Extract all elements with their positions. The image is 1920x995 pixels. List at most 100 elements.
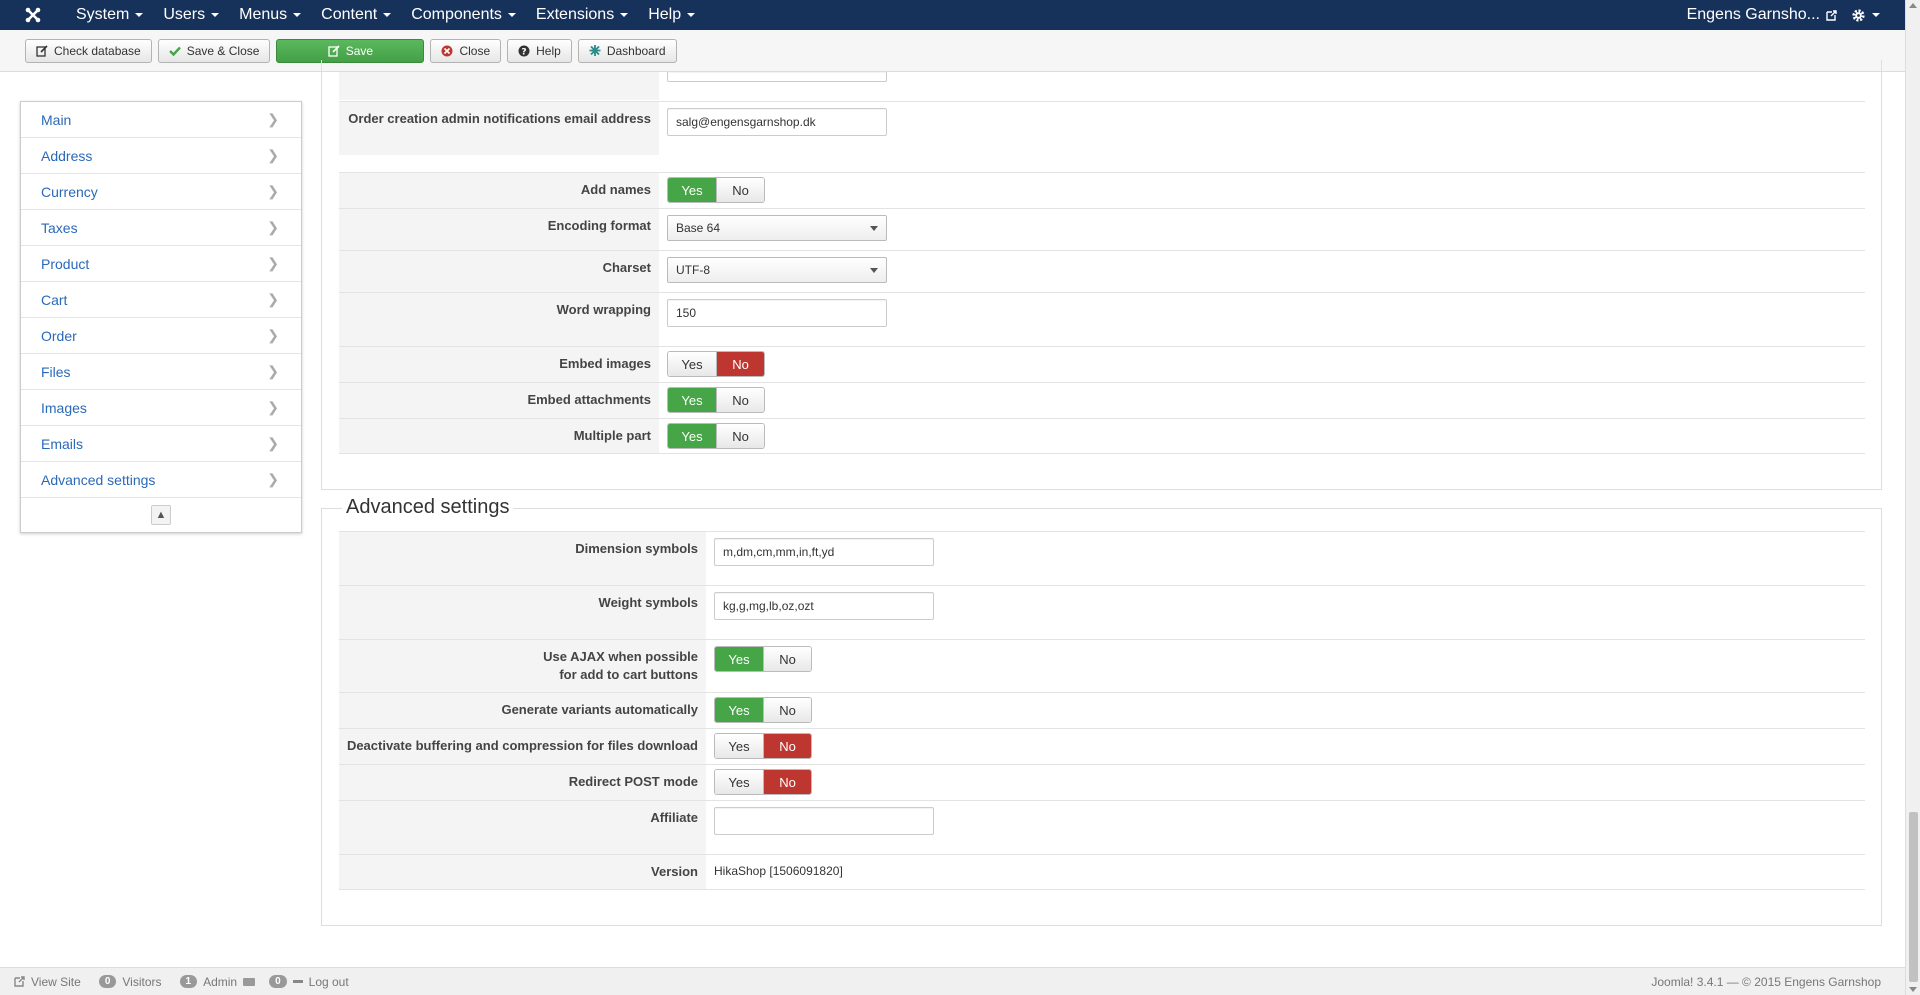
encoding-select[interactable]: Base 64 — [667, 215, 887, 241]
use-ajax-toggle: Yes No — [714, 646, 812, 672]
row-multiple-part: Multiple part Yes No — [339, 418, 1865, 454]
check-database-button[interactable]: Check database — [25, 38, 152, 63]
weight-symbols-input[interactable]: kg,g,mg,lb,oz,ozt — [714, 592, 934, 620]
cutoff-input[interactable] — [667, 72, 887, 82]
charset-select[interactable]: UTF-8 — [667, 257, 887, 283]
question-icon: ? — [518, 45, 530, 57]
joomla-logo-icon[interactable] — [0, 0, 66, 30]
status-footer: View Site 0 Visitors 1 Admin 0 Log out J… — [0, 967, 1905, 995]
add-names-toggle: Yes No — [667, 177, 765, 203]
sidebar-item-currency[interactable]: Currency ❯ — [21, 174, 301, 210]
sidebar-item-taxes[interactable]: Taxes ❯ — [21, 210, 301, 246]
logout-link[interactable]: Log out — [309, 975, 349, 989]
save-button[interactable]: Save — [276, 38, 425, 63]
sidebar-item-files[interactable]: Files ❯ — [21, 354, 301, 390]
row-charset: Charset UTF-8 — [339, 250, 1865, 292]
word-wrapping-input[interactable]: 150 — [667, 299, 887, 327]
use-ajax-no[interactable]: No — [763, 647, 811, 671]
chevron-right-icon: ❯ — [267, 147, 279, 163]
row-order-admin-email: Order creation admin notifications email… — [339, 101, 1865, 155]
redirect-post-yes[interactable]: Yes — [715, 770, 763, 794]
admin-count-badge: 1 — [179, 975, 198, 988]
embed-attachments-no[interactable]: No — [716, 388, 764, 412]
envelope-icon — [243, 977, 256, 986]
row-embed-images: Embed images Yes No — [339, 346, 1865, 382]
scroll-top-button[interactable]: ▲ — [151, 505, 171, 525]
help-button[interactable]: ? Help — [507, 38, 572, 63]
external-link-icon — [14, 976, 25, 987]
edit-icon — [36, 44, 48, 57]
chevron-right-icon: ❯ — [267, 471, 279, 487]
sidebar-item-emails[interactable]: Emails ❯ — [21, 426, 301, 462]
embed-images-yes[interactable]: Yes — [668, 352, 716, 376]
row-weight-symbols: Weight symbols kg,g,mg,lb,oz,ozt — [339, 585, 1865, 639]
sidebar-item-cart[interactable]: Cart ❯ — [21, 282, 301, 318]
row-affiliate: Affiliate — [339, 800, 1865, 854]
generate-variants-yes[interactable]: Yes — [715, 698, 763, 722]
close-button[interactable]: Close — [430, 38, 502, 63]
advanced-settings-legend: Advanced settings — [342, 496, 514, 519]
version-value: HikaShop [1506091820] — [714, 864, 843, 878]
caret-down-icon — [211, 13, 220, 17]
dimension-symbols-input[interactable]: m,dm,cm,mm,in,ft,yd — [714, 538, 934, 566]
generate-variants-toggle: Yes No — [714, 697, 812, 723]
deactivate-buffering-yes[interactable]: Yes — [715, 734, 763, 758]
chevron-right-icon: ❯ — [267, 111, 279, 127]
top-navbar: System Users Menus Content Components Ex… — [0, 0, 1920, 30]
row-dimension-symbols: Dimension symbols m,dm,cm,mm,in,ft,yd — [339, 531, 1865, 585]
config-sidebar: Main ❯ Address ❯ Currency ❯ Taxes ❯ Product ❯… — [20, 101, 302, 533]
save-close-button[interactable]: Save & Close — [157, 38, 271, 63]
messages-count-badge: 0 — [269, 975, 287, 988]
sidebar-item-main[interactable]: Main ❯ — [21, 102, 301, 138]
chevron-right-icon: ❯ — [267, 219, 279, 235]
view-site-link[interactable]: View Site — [31, 975, 81, 989]
chevron-right-icon: ❯ — [267, 399, 279, 415]
menu-components[interactable]: Components — [401, 0, 526, 30]
generate-variants-no[interactable]: No — [763, 698, 811, 722]
menu-content[interactable]: Content — [311, 0, 401, 30]
use-ajax-yes[interactable]: Yes — [715, 647, 763, 671]
menu-extensions[interactable]: Extensions — [526, 0, 638, 30]
sidebar-item-images[interactable]: Images ❯ — [21, 390, 301, 426]
chevron-right-icon: ❯ — [267, 363, 279, 379]
dropdown-arrow-icon — [870, 225, 878, 231]
site-link[interactable]: Engens Garnsho... — [1687, 6, 1837, 24]
row-word-wrapping: Word wrapping 150 — [339, 292, 1865, 346]
order-admin-email-input[interactable]: salg@engensgarnshop.dk — [667, 108, 887, 136]
scroll-down-arrow-icon[interactable] — [1909, 987, 1917, 992]
redirect-post-toggle: Yes No — [714, 769, 812, 795]
dashboard-button[interactable]: Dashboard — [577, 38, 677, 63]
chevron-right-icon: ❯ — [267, 327, 279, 343]
embed-attachments-yes[interactable]: Yes — [668, 388, 716, 412]
eject-icon: ▲ — [155, 509, 167, 521]
redirect-post-no[interactable]: No — [763, 770, 811, 794]
multiple-part-toggle: Yes No — [667, 423, 765, 449]
visitors-count-badge: 0 — [98, 975, 117, 988]
dropdown-arrow-icon — [870, 267, 878, 273]
minus-icon — [292, 980, 303, 983]
embed-images-toggle: Yes No — [667, 351, 765, 377]
admin-label: Admin — [203, 974, 238, 989]
embed-images-no[interactable]: No — [716, 352, 764, 376]
menu-menus[interactable]: Menus — [229, 0, 311, 30]
user-settings-menu[interactable] — [1851, 8, 1880, 23]
scrollbar-thumb[interactable] — [1909, 812, 1918, 982]
affiliate-input[interactable] — [714, 807, 934, 835]
multiple-part-no[interactable]: No — [716, 424, 764, 448]
add-names-yes[interactable]: Yes — [668, 178, 716, 202]
sidebar-item-advanced-settings[interactable]: Advanced settings ❯ — [21, 462, 301, 498]
sidebar-item-product[interactable]: Product ❯ — [21, 246, 301, 282]
sidebar-item-address[interactable]: Address ❯ — [21, 138, 301, 174]
add-names-no[interactable]: No — [716, 178, 764, 202]
multiple-part-yes[interactable]: Yes — [668, 424, 716, 448]
deactivate-buffering-no[interactable]: No — [763, 734, 811, 758]
row-add-names: Add names Yes No — [339, 172, 1865, 208]
menu-users[interactable]: Users — [153, 0, 229, 30]
scroll-up-arrow-icon[interactable] — [1909, 3, 1917, 8]
cancel-icon — [441, 45, 453, 57]
menu-help[interactable]: Help — [638, 0, 705, 30]
dashboard-icon — [589, 45, 601, 57]
sidebar-item-order[interactable]: Order ❯ — [21, 318, 301, 354]
menu-system[interactable]: System — [66, 0, 153, 30]
page-scrollbar[interactable] — [1905, 0, 1920, 995]
